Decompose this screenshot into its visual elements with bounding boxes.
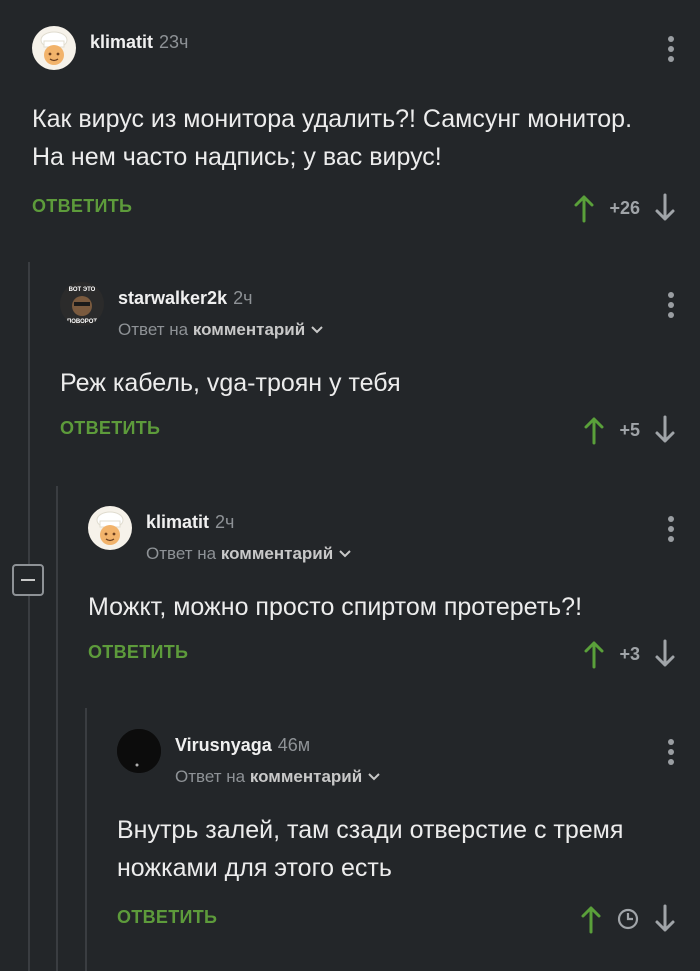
vote-controls: +5 bbox=[583, 412, 676, 448]
chevron-down-icon bbox=[339, 550, 351, 558]
collapse-thread-button[interactable] bbox=[12, 564, 44, 596]
downvote-arrow-icon[interactable] bbox=[654, 639, 676, 669]
comment-time: 46м bbox=[277, 735, 311, 755]
thread-line-level-3 bbox=[85, 708, 87, 971]
minus-icon bbox=[21, 579, 35, 581]
reply-to-link[interactable]: Ответ на комментарий bbox=[146, 544, 352, 564]
more-options-icon[interactable] bbox=[668, 739, 674, 769]
reply-button[interactable]: ОТВЕТИТЬ bbox=[88, 642, 188, 663]
comment-actions: ОТВЕТИТЬ +3 bbox=[88, 636, 700, 672]
comment-header: klimatit 2ч Ответ на комментарий bbox=[88, 506, 700, 566]
avatar[interactable] bbox=[117, 729, 161, 773]
more-options-icon[interactable] bbox=[668, 36, 674, 66]
username[interactable]: starwalker2k 2ч bbox=[118, 288, 252, 309]
comment: Virusnyaga 46м Ответ на комментарий Внутр… bbox=[117, 729, 700, 937]
username[interactable]: klimatit 2ч bbox=[146, 512, 234, 533]
more-options-icon[interactable] bbox=[668, 516, 674, 546]
upvote-arrow-icon[interactable] bbox=[583, 415, 605, 445]
chef-avatar-icon bbox=[40, 31, 68, 65]
more-options-icon[interactable] bbox=[668, 292, 674, 322]
avatar-caption-top: ВОТ ЭТО bbox=[69, 287, 96, 293]
comment-header: klimatit 23ч bbox=[32, 26, 700, 86]
chevron-down-icon bbox=[311, 326, 323, 334]
comment: klimatit 23ч Как вирус из монитора удалит… bbox=[32, 26, 700, 226]
dark-avatar-icon bbox=[117, 729, 161, 773]
comment-time: 2ч bbox=[215, 512, 235, 532]
vote-score: +5 bbox=[619, 419, 640, 440]
reply-to-link[interactable]: Ответ на комментарий bbox=[118, 320, 324, 340]
comment-actions: ОТВЕТИТЬ +26 bbox=[32, 190, 700, 226]
comment-header: Virusnyaga 46м Ответ на комментарий bbox=[117, 729, 700, 789]
comment-time: 2ч bbox=[233, 288, 253, 308]
comment-text: Реж кабель, vga-троян у тебя bbox=[60, 369, 401, 397]
thread-line-level-1 bbox=[28, 262, 30, 971]
chef-avatar-icon bbox=[96, 511, 124, 545]
vote-score: +3 bbox=[619, 643, 640, 664]
vote-controls: +3 bbox=[583, 636, 676, 672]
comment-actions: ОТВЕТИТЬ bbox=[117, 901, 700, 937]
vote-score: +26 bbox=[609, 197, 640, 218]
downvote-arrow-icon[interactable] bbox=[654, 415, 676, 445]
comment-time: 23ч bbox=[159, 32, 189, 52]
thread-line-level-2 bbox=[56, 486, 58, 971]
clock-icon bbox=[617, 908, 639, 930]
comment: ВОТ ЭТО ПОВОРОТ starwalker2k 2ч Ответ на … bbox=[60, 282, 700, 448]
upvote-arrow-icon[interactable] bbox=[583, 639, 605, 669]
avatar[interactable] bbox=[88, 506, 132, 550]
comment-text: Внутрь залей, там сзади отверстие с трем… bbox=[117, 816, 624, 882]
comment-header: ВОТ ЭТО ПОВОРОТ starwalker2k 2ч Ответ на … bbox=[60, 282, 700, 342]
avatar[interactable]: ВОТ ЭТО ПОВОРОТ bbox=[60, 282, 104, 326]
reply-button[interactable]: ОТВЕТИТЬ bbox=[32, 196, 132, 217]
downvote-arrow-icon[interactable] bbox=[654, 904, 676, 934]
vote-controls bbox=[580, 901, 676, 937]
reply-to-link[interactable]: Ответ на комментарий bbox=[175, 767, 381, 787]
reply-button[interactable]: ОТВЕТИТЬ bbox=[60, 418, 160, 439]
comment-actions: ОТВЕТИТЬ +5 bbox=[60, 412, 700, 448]
avatar[interactable] bbox=[32, 26, 76, 70]
reply-button[interactable]: ОТВЕТИТЬ bbox=[117, 907, 217, 928]
avatar-caption-bottom: ПОВОРОТ bbox=[67, 319, 97, 325]
comment: klimatit 2ч Ответ на комментарий Можкт, м… bbox=[88, 506, 700, 672]
username[interactable]: klimatit 23ч bbox=[90, 32, 188, 53]
vote-controls: +26 bbox=[573, 190, 676, 226]
upvote-arrow-icon[interactable] bbox=[580, 904, 602, 934]
meme-avatar-icon: ВОТ ЭТО ПОВОРОТ bbox=[60, 282, 104, 326]
comment-text: Можкт, можно просто спиртом протереть?! bbox=[88, 593, 583, 621]
downvote-arrow-icon[interactable] bbox=[654, 193, 676, 223]
comment-text: Как вирус из монитора удалить?! Самсунг … bbox=[32, 105, 633, 171]
chevron-down-icon bbox=[368, 773, 380, 781]
upvote-arrow-icon[interactable] bbox=[573, 193, 595, 223]
username[interactable]: Virusnyaga 46м bbox=[175, 735, 310, 756]
